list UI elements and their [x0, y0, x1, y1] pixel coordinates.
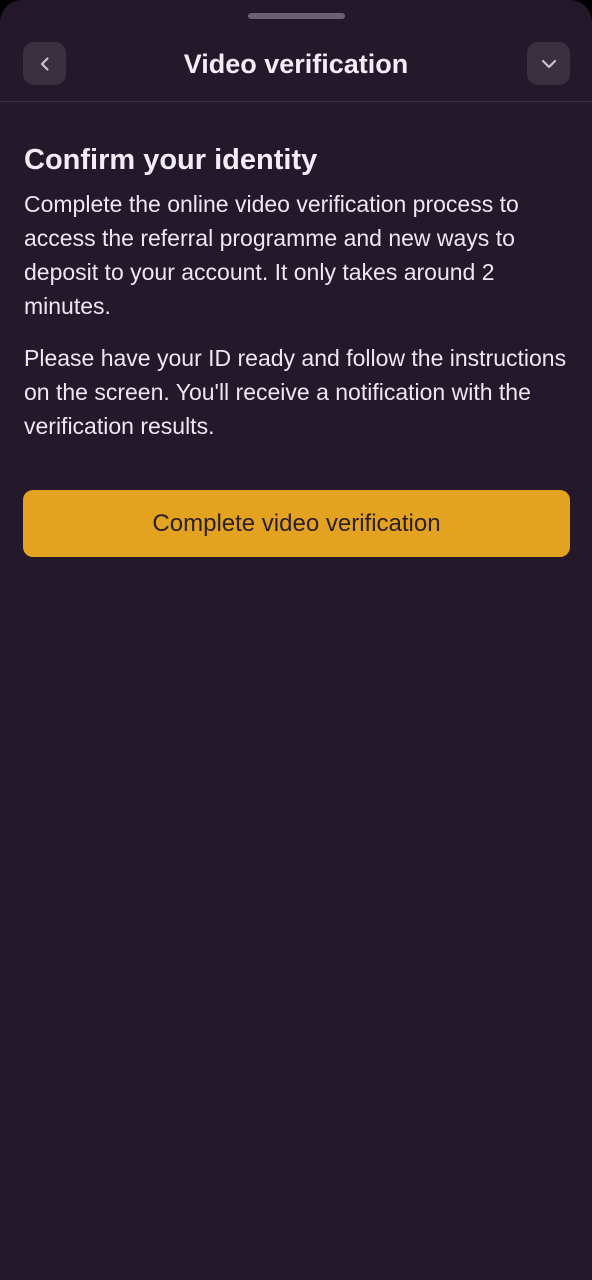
sheet-header: Video verification — [0, 24, 592, 102]
page-title: Video verification — [183, 49, 409, 79]
collapse-button[interactable] — [527, 42, 570, 85]
chevron-down-icon — [539, 54, 559, 74]
back-button[interactable] — [23, 42, 66, 85]
verification-content: Confirm your identity Complete the onlin… — [24, 140, 570, 443]
section-heading: Confirm your identity — [24, 144, 318, 176]
bottom-sheet: Video verification Confirm your identity… — [0, 0, 592, 1280]
description-paragraph: Complete the online video verification p… — [24, 191, 519, 319]
complete-video-verification-button[interactable]: Complete video verification — [23, 490, 570, 557]
instructions-paragraph: Please have your ID ready and follow the… — [24, 345, 567, 439]
drag-handle[interactable] — [248, 13, 345, 19]
chevron-left-icon — [36, 55, 54, 73]
